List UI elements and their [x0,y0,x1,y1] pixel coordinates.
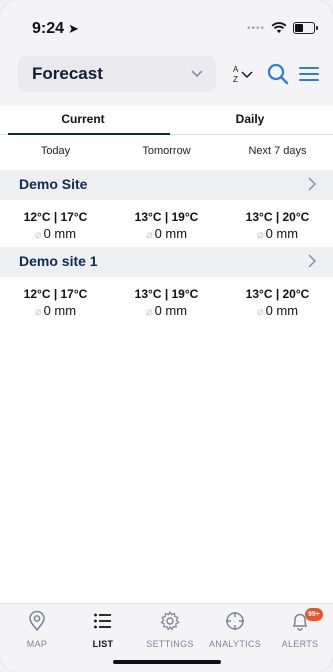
site-header[interactable]: Demo site 1 [0,247,333,277]
chevron-down-icon [191,70,203,78]
rainfall-value: 0 mm [265,303,299,318]
forecast-cell-next-7-days: 13°C | 20°C ⌀ 0 mm [222,202,333,246]
forecast-dropdown-label: Forecast [32,64,103,83]
temperature-range: 13°C | 19°C [134,210,199,224]
period-header: Today Tomorrow Next 7 days [0,135,333,170]
forecast-cell-today: 12°C | 17°C ⌀ 0 mm [0,202,111,246]
nav-alerts-label: ALERTS [281,639,319,649]
rainfall-value: 0 mm [154,303,188,318]
nav-list[interactable]: LIST [70,610,136,649]
status-bar: 9:24 ➤ •••• [0,0,333,56]
nav-analytics-label: ANALYTICS [208,639,262,649]
rainfall: ⌀ 0 mm [222,226,333,241]
tab-current[interactable]: Current [0,112,166,126]
rainfall: ⌀ 0 mm [111,226,222,241]
nav-map[interactable]: MAP [4,610,70,649]
signal-dots-icon: •••• [246,22,265,34]
list-icon [94,613,111,629]
period-next-7-days: Next 7 days [248,145,307,157]
rainfall: ⌀ 0 mm [222,303,333,318]
time-text: 9:24 [32,20,65,37]
nav-alerts[interactable]: 99+ ALERTS [267,608,333,649]
no-rain-icon: ⌀ [145,229,153,241]
site-name: Demo site 1 [19,253,98,269]
forecast-cell-tomorrow: 13°C | 19°C ⌀ 0 mm [111,202,222,246]
nav-settings[interactable]: SETTINGS [137,610,203,649]
map-pin-icon [29,610,45,632]
tab-daily[interactable]: Daily [167,112,333,126]
rainfall-value: 0 mm [43,226,77,241]
alerts-badge: 99+ [305,608,323,621]
temperature-range: 13°C | 20°C [245,287,310,301]
period-tomorrow: Tomorrow [142,145,191,157]
rainfall: ⌀ 0 mm [0,303,111,318]
nav-map-label: MAP [26,639,48,649]
temperature-range: 12°C | 17°C [23,210,88,224]
forecast-cell-tomorrow: 13°C | 19°C ⌀ 0 mm [111,279,222,323]
svg-text:Z: Z [233,75,238,84]
nav-settings-label: SETTINGS [146,639,194,649]
no-rain-icon: ⌀ [34,229,42,241]
temperature-range: 13°C | 20°C [245,210,310,224]
temperature-range: 12°C | 17°C [23,287,88,301]
no-rain-icon: ⌀ [145,306,153,318]
gear-icon [160,610,180,631]
home-indicator [113,660,221,664]
period-today: Today [40,145,71,157]
no-rain-icon: ⌀ [34,306,42,318]
rainfall: ⌀ 0 mm [111,303,222,318]
chevron-right-icon [308,177,317,191]
phone-screen: 9:24 ➤ •••• Forecast A Z Current Daily T… [0,0,333,672]
forecast-cell-today: 12°C | 17°C ⌀ 0 mm [0,279,111,323]
no-rain-icon: ⌀ [256,229,264,241]
site-forecast-row: 12°C | 17°C ⌀ 0 mm 13°C | 19°C ⌀ 0 mm 13°C… [0,279,333,323]
nav-list-label: LIST [92,639,114,649]
crosshair-icon [226,612,244,630]
site-name: Demo Site [19,176,88,192]
hamburger-menu-icon[interactable] [298,62,320,86]
chevron-right-icon [308,254,317,268]
battery-icon [293,22,318,34]
svg-text:A: A [233,65,239,74]
forecast-dropdown[interactable]: Forecast [18,56,216,92]
sort-az-icon[interactable]: A Z [232,62,256,86]
no-rain-icon: ⌀ [256,306,264,318]
status-indicators: •••• [246,22,318,34]
rainfall-value: 0 mm [265,226,299,241]
status-time: 9:24 ➤ [32,20,79,38]
rainfall-value: 0 mm [43,303,77,318]
rainfall: ⌀ 0 mm [0,226,111,241]
rainfall-value: 0 mm [154,226,188,241]
search-icon[interactable] [266,62,290,86]
wifi-icon [271,22,287,33]
forecast-cell-next-7-days: 13°C | 20°C ⌀ 0 mm [222,279,333,323]
nav-analytics[interactable]: ANALYTICS [202,610,268,649]
site-forecast-row: 12°C | 17°C ⌀ 0 mm 13°C | 19°C ⌀ 0 mm 13°C… [0,202,333,246]
temperature-range: 13°C | 19°C [134,287,199,301]
tab-bar: Current Daily [0,106,333,135]
site-header[interactable]: Demo Site [0,170,333,200]
location-arrow-icon: ➤ [68,21,79,36]
